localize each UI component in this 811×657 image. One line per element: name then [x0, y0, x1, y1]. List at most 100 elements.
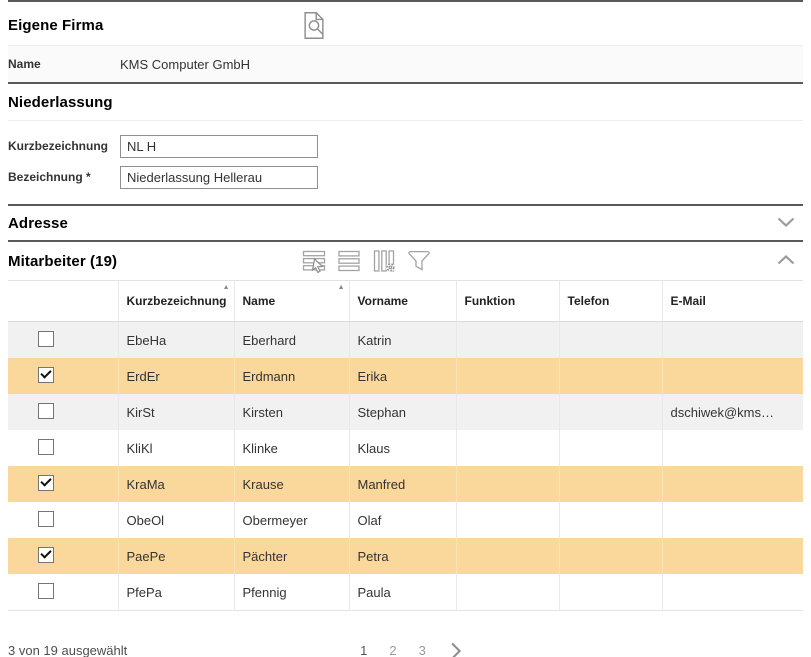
page-3-button[interactable]: 3: [408, 639, 437, 657]
niederlassung-form: Kurzbezeichnung Bezeichnung *: [8, 121, 803, 204]
table-toolbar: [300, 247, 433, 275]
company-name-value: KMS Computer GmbH: [120, 57, 250, 72]
eigene-firma-title: Eigene Firma: [8, 17, 103, 34]
cell-vorname: Manfred: [349, 466, 456, 502]
cell-funktion: [456, 430, 559, 466]
select-rows-button[interactable]: [300, 247, 328, 275]
adresse-expand-button[interactable]: [777, 217, 797, 229]
row-checkbox[interactable]: [38, 511, 54, 527]
cell-funktion: [456, 358, 559, 394]
cell-kurzbezeichnung: ErdEr: [118, 358, 234, 394]
row-checkbox[interactable]: [38, 439, 54, 455]
column-header-name[interactable]: Name ▲: [234, 281, 349, 322]
kurzbezeichnung-row: Kurzbezeichnung: [8, 133, 803, 159]
table-row[interactable]: PfePaPfennigPaula: [8, 574, 803, 611]
page-1-button[interactable]: 1: [349, 639, 378, 657]
cell-funktion: [456, 538, 559, 574]
select-column-header: [8, 281, 118, 322]
cell-telefon: [559, 394, 662, 430]
preview-document-button[interactable]: [300, 10, 330, 42]
table-row[interactable]: KraMaKrauseManfred: [8, 466, 803, 502]
row-checkbox[interactable]: [38, 367, 54, 383]
row-checkbox[interactable]: [38, 403, 54, 419]
cell-name: Erdmann: [234, 358, 349, 394]
cell-name: Kirsten: [234, 394, 349, 430]
table-row[interactable]: KliKlKlinkeKlaus: [8, 430, 803, 466]
bezeichnung-input[interactable]: [120, 166, 318, 189]
column-header-funktion[interactable]: Funktion: [456, 281, 559, 322]
chevron-right-icon: [451, 642, 462, 657]
cell-telefon: [559, 502, 662, 538]
row-checkbox[interactable]: [38, 583, 54, 599]
cell-email: [662, 538, 803, 574]
cell-email: [662, 574, 803, 611]
cell-name: Klinke: [234, 430, 349, 466]
kurzbezeichnung-input[interactable]: [120, 135, 318, 158]
bezeichnung-row: Bezeichnung *: [8, 164, 803, 190]
bezeichnung-label: Bezeichnung *: [8, 170, 120, 184]
column-header-label: Name: [243, 294, 276, 308]
row-checkbox[interactable]: [38, 331, 54, 347]
table-row[interactable]: KirStKirstenStephandschiwek@kms…: [8, 394, 803, 430]
select-cell: [8, 358, 118, 394]
cell-email: [662, 430, 803, 466]
niederlassung-title: Niederlassung: [8, 94, 113, 111]
cell-name: Eberhard: [234, 322, 349, 359]
cell-kurzbezeichnung: PfePa: [118, 574, 234, 611]
table-rows-icon: [336, 248, 362, 274]
cell-telefon: [559, 322, 662, 359]
company-branch-page: Eigene Firma Name KMS Computer GmbH Nied…: [0, 0, 811, 657]
table-row[interactable]: EbeHaEberhardKatrin: [8, 322, 803, 359]
row-checkbox[interactable]: [38, 475, 54, 491]
column-header-label: Funktion: [465, 294, 516, 308]
next-page-button[interactable]: [451, 642, 462, 657]
adresse-title: Adresse: [8, 215, 68, 232]
cell-kurzbezeichnung: KraMa: [118, 466, 234, 502]
column-settings-icon: [371, 248, 397, 274]
cell-telefon: [559, 538, 662, 574]
cell-email: [662, 466, 803, 502]
select-cell: [8, 502, 118, 538]
mitarbeiter-collapse-button[interactable]: [777, 255, 797, 267]
cell-vorname: Petra: [349, 538, 456, 574]
row-checkbox[interactable]: [38, 547, 54, 563]
page-numbers: 123: [349, 639, 437, 657]
row-settings-button[interactable]: [335, 247, 363, 275]
employees-table: Kurzbezeichnung▲ Name ▲ Vorname Funktion Tele…: [8, 280, 803, 611]
column-header-telefon[interactable]: Telefon: [559, 281, 662, 322]
cell-email: dschiwek@kms…: [662, 394, 803, 430]
pagination: 123: [349, 639, 462, 657]
column-header-e-mail[interactable]: E-Mail: [662, 281, 803, 322]
sort-ascending-icon: ▲: [338, 284, 345, 291]
cell-name: Pfennig: [234, 574, 349, 611]
table-footer: 3 von 19 ausgewählt 123: [8, 623, 803, 657]
select-cell: [8, 466, 118, 502]
column-header-vorname[interactable]: Vorname: [349, 281, 456, 322]
cell-telefon: [559, 430, 662, 466]
cell-vorname: Klaus: [349, 430, 456, 466]
column-header-label: E-Mail: [671, 294, 706, 308]
column-header-label: Telefon: [568, 294, 610, 308]
niederlassung-header: Niederlassung: [8, 84, 803, 121]
cell-name: Pächter: [234, 538, 349, 574]
column-settings-button[interactable]: [370, 247, 398, 275]
column-header-kurzbezeichnung[interactable]: Kurzbezeichnung▲: [118, 281, 234, 322]
select-rows-icon: [301, 248, 327, 274]
table-row[interactable]: ErdErErdmannErika: [8, 358, 803, 394]
cell-telefon: [559, 574, 662, 611]
cell-funktion: [456, 394, 559, 430]
mitarbeiter-header: Mitarbeiter (19): [8, 242, 803, 280]
cell-funktion: [456, 466, 559, 502]
cell-kurzbezeichnung: PaePe: [118, 538, 234, 574]
filter-icon: [406, 248, 432, 274]
select-cell: [8, 430, 118, 466]
filter-button[interactable]: [405, 247, 433, 275]
page-2-button[interactable]: 2: [378, 639, 407, 657]
table-row[interactable]: ObeOlObermeyerOlaf: [8, 502, 803, 538]
company-name-row: Name KMS Computer GmbH: [8, 46, 803, 82]
cell-funktion: [456, 574, 559, 611]
section-divider: [8, 0, 803, 2]
table-row[interactable]: PaePePächterPetra: [8, 538, 803, 574]
select-cell: [8, 574, 118, 611]
cell-name: Obermeyer: [234, 502, 349, 538]
